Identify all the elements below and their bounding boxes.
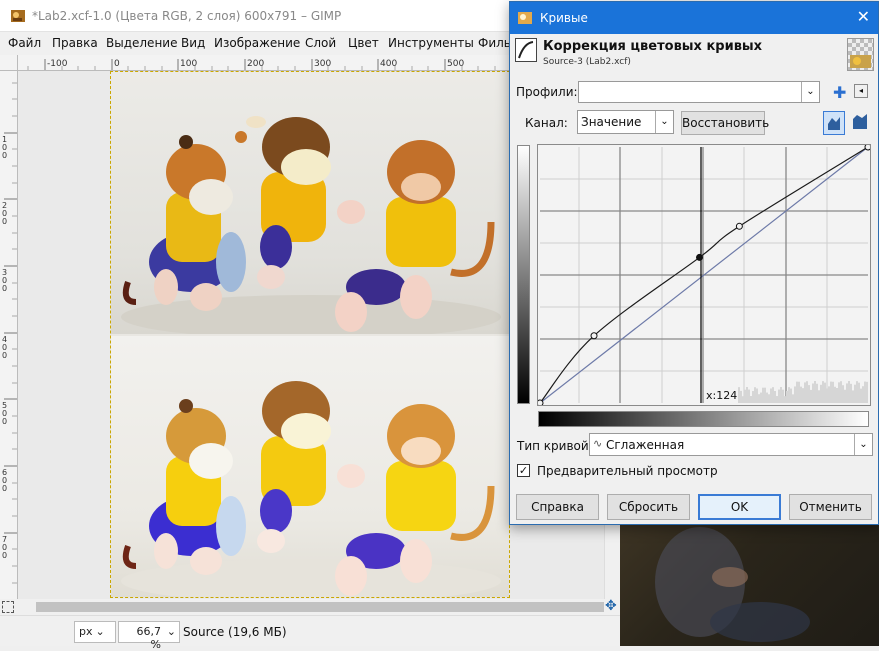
layer-status-text: Source (19,6 МБ) [183,625,287,639]
menu-select[interactable]: Выделение [106,36,177,50]
curve-control-point[interactable] [695,253,703,261]
menu-colors[interactable]: Цвет [348,36,379,50]
curves-dialog-title: Кривые [540,11,588,25]
profiles-combo[interactable]: ⌄ [578,81,820,103]
curves-graph[interactable]: x:124 [536,143,872,407]
image-layer-boundary[interactable] [110,71,510,598]
zoom-selector[interactable]: 66,7 % ⌄ [118,621,180,651]
preview-checkbox[interactable]: ✓ [517,464,530,477]
vruler-label: 5 0 0 [2,401,8,426]
reset-button[interactable]: Сбросить [607,494,690,520]
linear-histogram-icon[interactable] [823,111,845,135]
profile-menu-icon[interactable]: ◂ [854,84,868,98]
channel-label: Канал: [525,116,568,130]
gimp-logo-icon [518,12,532,24]
vruler-label: 4 0 0 [2,335,8,360]
layer-thumbnail [847,38,874,71]
hruler-label: 0 [114,59,120,69]
ruler-corner[interactable] [0,55,18,71]
chevron-down-icon: ⌄ [801,82,819,102]
curves-dialog: Кривые ✕ Коррекция цветовых кривых Sourc… [509,1,879,525]
toys-photo-bottom [111,336,509,597]
hruler-label: 200 [247,59,264,69]
status-bar: px ⌄ 66,7 % ⌄ Source (19,6 МБ) [0,615,620,651]
horizontal-scrollbar[interactable] [18,599,604,615]
cursor-readout: x:124 [706,389,737,402]
menu-filters[interactable]: Филь [478,36,511,50]
input-gradient-bar [538,411,869,427]
menu-edit[interactable]: Правка [52,36,98,50]
chevron-down-icon: ⌄ [854,434,872,455]
curves-plot[interactable]: x:124 [536,143,872,407]
chevron-down-icon: ⌄ [655,111,673,133]
curve-type-label: Тип кривой: [517,439,593,453]
cancel-button[interactable]: Отменить [789,494,872,520]
menu-file[interactable]: Файл [8,36,41,50]
hruler-label: -100 [47,59,68,69]
navigate-icon[interactable]: ✥ [605,598,617,614]
hruler-label: 400 [380,59,397,69]
add-profile-icon[interactable]: ✚ [833,83,846,102]
output-gradient-bar [517,145,530,404]
vruler-label: 6 0 0 [2,468,8,493]
quick-mask-toggle-icon[interactable] [2,601,14,613]
toys-photo-top [111,72,509,334]
check-icon: ✓ [518,464,529,477]
zoom-value: 66,7 % [136,625,162,651]
dialog-header-title: Коррекция цветовых кривых [543,39,763,54]
chevron-down-icon: ⌄ [95,625,105,638]
preview-label: Предварительный просмотр [537,464,718,478]
channel-combo[interactable]: Значение ⌄ [577,110,674,134]
vruler-label: 2 0 0 [2,201,8,226]
smooth-curve-icon: ∿ [593,437,603,450]
reset-channel-button[interactable]: Восстановить [681,111,769,135]
vruler-label: 3 0 0 [2,268,8,293]
menu-view[interactable]: Вид [181,36,205,50]
curves-dialog-titlebar[interactable]: Кривые ✕ [510,2,878,34]
vruler-label: 7 0 0 [2,535,8,560]
channel-value: Значение [581,115,642,129]
gimp-window-title: *Lab2.xcf-1.0 (Цвета RGB, 2 слоя) 600x79… [32,9,342,23]
hruler-label: 300 [314,59,331,69]
hruler-label: 500 [447,59,464,69]
unit-selector[interactable]: px ⌄ [74,621,116,643]
hscroll-thumb[interactable] [36,602,604,612]
log-histogram-icon[interactable] [850,111,870,135]
menu-tools[interactable]: Инструменты [388,36,474,50]
chevron-down-icon: ⌄ [166,625,176,638]
vruler-label: 1 0 0 [2,135,8,160]
curve-type-combo[interactable]: ∿ Сглаженная ⌄ [589,433,873,456]
curve-type-value: Сглаженная [606,438,685,452]
dialog-header-subtitle: Source-3 (Lab2.xcf) [543,57,631,67]
help-button[interactable]: Справка [516,494,599,520]
background-photo [620,522,879,646]
curve-control-point[interactable] [536,399,544,407]
curve-control-point[interactable] [864,143,872,151]
curves-tool-icon [515,38,537,62]
ok-button[interactable]: OK [698,494,781,520]
histogram [738,381,868,403]
curve-control-point[interactable] [735,222,743,230]
gimp-logo-icon [11,10,25,22]
unit-value: px [79,625,93,638]
vertical-ruler[interactable]: 1 0 0 2 0 0 3 0 0 4 0 0 5 0 0 6 0 0 7 0 … [0,71,18,599]
menu-layer[interactable]: Слой [305,36,336,50]
hruler-label: 100 [180,59,197,69]
close-icon[interactable]: ✕ [857,7,870,26]
curve-control-point[interactable] [590,332,598,340]
menu-image[interactable]: Изображение [214,36,300,50]
profiles-label: Профили: [516,85,578,99]
